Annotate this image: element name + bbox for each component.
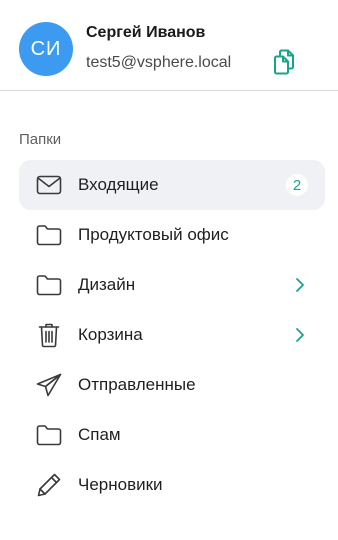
folder-item-product-office[interactable]: Продуктовый офис bbox=[19, 210, 325, 260]
folders-section-title: Папки bbox=[19, 131, 62, 148]
folder-label: Спам bbox=[78, 425, 121, 444]
folder-label: Черновики bbox=[78, 475, 163, 494]
folder-item-sent[interactable]: Отправленные bbox=[19, 360, 325, 410]
folder-item-inbox[interactable]: Входящие 2 bbox=[19, 160, 325, 210]
account-email: test5@vsphere.local bbox=[86, 54, 232, 71]
pencil-icon bbox=[35, 471, 63, 499]
folder-label: Входящие bbox=[78, 175, 159, 194]
folder-item-drafts[interactable]: Черновики bbox=[19, 460, 325, 510]
send-icon bbox=[35, 371, 63, 399]
folder-label: Продуктовый офис bbox=[78, 225, 229, 244]
account-name: Сергей Иванов bbox=[86, 24, 206, 41]
account-header: СИ Сергей Иванов test5@vsphere.local bbox=[0, 0, 338, 91]
folder-item-spam[interactable]: Спам bbox=[19, 410, 325, 460]
mail-sidebar: СИ Сергей Иванов test5@vsphere.local Пап… bbox=[0, 0, 338, 540]
folder-list: Входящие 2 Продуктовый офис Дизайн Корзи… bbox=[19, 160, 325, 510]
folder-icon bbox=[35, 221, 63, 249]
copy-icon bbox=[273, 49, 295, 80]
folder-item-design[interactable]: Дизайн bbox=[19, 260, 325, 310]
mail-icon bbox=[35, 171, 63, 199]
folder-label: Корзина bbox=[78, 325, 143, 344]
folder-item-trash[interactable]: Корзина bbox=[19, 310, 325, 360]
folder-icon bbox=[35, 271, 63, 299]
unread-count-badge: 2 bbox=[286, 174, 308, 196]
chevron-right-icon[interactable] bbox=[293, 326, 307, 344]
copy-email-button[interactable] bbox=[268, 48, 300, 80]
folder-icon bbox=[35, 421, 63, 449]
trash-icon bbox=[35, 321, 63, 349]
folder-label: Дизайн bbox=[78, 275, 136, 294]
avatar[interactable]: СИ bbox=[19, 22, 73, 76]
chevron-right-icon[interactable] bbox=[293, 276, 307, 294]
folder-label: Отправленные bbox=[78, 375, 196, 394]
